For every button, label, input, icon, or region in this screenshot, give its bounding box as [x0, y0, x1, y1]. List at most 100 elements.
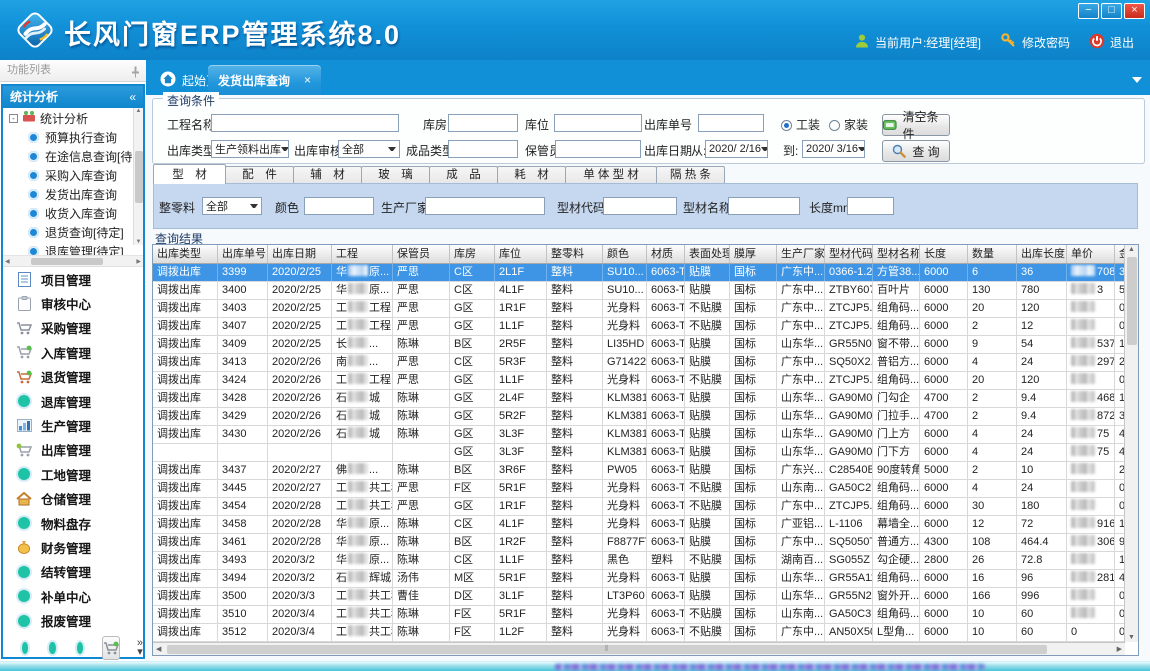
table-row[interactable]: 调拨出库34942020/3/2石辉城汤伟M区5R1F整料光身料6063-T5贴…	[153, 570, 1139, 588]
table-row[interactable]: 调拨出库34302020/2/26石城陈琳G区3L3F整料KLM38176063…	[153, 426, 1139, 444]
table-row[interactable]: 调拨出库34932020/3/2华原...陈琳C区1L1F整料黑色塑料不贴膜国标…	[153, 552, 1139, 570]
sidebar-item-cart-in[interactable]: 入库管理	[3, 340, 143, 364]
sidebar-item-circle[interactable]: 退库管理	[3, 389, 143, 413]
table-row[interactable]: 调拨出库34282020/2/26石城陈琳G区2L4F整料KLM38176063…	[153, 390, 1139, 408]
color-input[interactable]	[304, 197, 374, 215]
sidebar-item-warehouse[interactable]: 仓储管理	[3, 487, 143, 511]
column-header[interactable]: 库位	[495, 245, 547, 263]
warehouse-input[interactable]	[448, 114, 518, 132]
column-header[interactable]: 工程	[332, 245, 393, 263]
tree-item[interactable]: 在途信息查询[待	[3, 147, 143, 166]
scroll-down-icon[interactable]: ▼	[1128, 634, 1135, 641]
subtab-5[interactable]: 成 品	[429, 166, 498, 184]
table-row[interactable]: 调拨出库34582020/2/28华原...陈琳C区4L1F整料光身料6063-…	[153, 516, 1139, 534]
column-header[interactable]: 长度	[920, 245, 968, 263]
subtab-6[interactable]: 耗 材	[497, 166, 566, 184]
minimize-button[interactable]: −	[1078, 3, 1099, 19]
sidebar-item-circle[interactable]: 报废管理	[3, 608, 143, 632]
column-header[interactable]: 出库单号	[218, 245, 268, 263]
column-header[interactable]: 出库长度	[1017, 245, 1067, 263]
change-password-button[interactable]: 修改密码	[1000, 32, 1070, 52]
column-header[interactable]: 膜厚	[730, 245, 777, 263]
tree-horizontal-scrollbar[interactable]: ◀ ▶	[3, 256, 143, 267]
column-header[interactable]: 保管员	[393, 245, 450, 263]
table-row[interactable]: G区3L3F整料KLM38176063-T5贴膜国标山东华...GA90M09.…	[153, 444, 1139, 462]
sidebar-item-circle[interactable]: 工地管理	[3, 462, 143, 486]
out-type-select[interactable]: 生产领料出库	[211, 140, 289, 158]
column-header[interactable]: 单价	[1067, 245, 1115, 263]
clear-conditions-button[interactable]: 清空条件	[882, 114, 950, 136]
table-row[interactable]: 调拨出库34072020/2/25工工程严思G区1L1F整料光身料6063-T5…	[153, 318, 1139, 336]
scroll-right-icon[interactable]: ▶	[1117, 645, 1122, 653]
subtab-4[interactable]: 玻 璃	[361, 166, 430, 184]
sidebar-item-clipboard[interactable]: 审核中心	[3, 291, 143, 315]
scroll-left-icon[interactable]: ◀	[156, 645, 161, 653]
location-input[interactable]	[554, 114, 642, 132]
cart-shortcut-button[interactable]	[102, 636, 120, 660]
collapse-icon[interactable]: «	[129, 86, 136, 108]
table-vertical-scrollbar[interactable]: ▲ ▼	[1124, 245, 1138, 642]
shortcut-icon[interactable]	[49, 642, 55, 654]
table-row[interactable]: 调拨出库34612020/2/28华原...陈琳B区1R2F整料F8877FT6…	[153, 534, 1139, 552]
subtab-3[interactable]: 辅 材	[293, 166, 362, 184]
subtab-7[interactable]: 单 体 型 材	[565, 166, 657, 184]
tree-item[interactable]: 采购入库查询	[3, 166, 143, 185]
table-row[interactable]: 调拨出库34292020/2/26石城陈琳G区5R2F整料KLM38176063…	[153, 408, 1139, 426]
table-row[interactable]: 调拨出库35102020/3/4工共工程陈琳F区5R1F整料光身料6063-T5…	[153, 606, 1139, 624]
column-header[interactable]: 整零料	[547, 245, 603, 263]
length-input[interactable]	[847, 197, 894, 215]
keeper-input[interactable]	[555, 140, 641, 158]
scroll-up-icon[interactable]: ▲	[136, 108, 142, 114]
sidebar-item-circle[interactable]: 物料盘存	[3, 511, 143, 535]
sidebar-item-cart-return[interactable]: 退货管理	[3, 365, 143, 389]
table-row[interactable]: 调拨出库35122020/3/4工共工程陈琳F区1L2F整料光身料6063-T5…	[153, 624, 1139, 642]
logout-button[interactable]: 退出	[1089, 33, 1134, 52]
subtab-8[interactable]: 隔 热 条	[656, 166, 725, 184]
column-header[interactable]: 型材名称	[873, 245, 920, 263]
table-row[interactable]: 调拨出库34002020/2/25华原...严思C区4L1F整料SU10...6…	[153, 282, 1139, 300]
subtab-1[interactable]: 型 材	[153, 164, 226, 184]
tab-outbound-query[interactable]: 发货出库查询 ×	[208, 65, 321, 95]
search-button[interactable]: 查 询	[882, 140, 950, 162]
scroll-thumb[interactable]	[31, 258, 103, 265]
tab-list-caret-icon[interactable]	[1132, 77, 1142, 83]
date-to-picker[interactable]: 2020/ 3/16	[802, 140, 865, 158]
scroll-up-icon[interactable]: ▲	[1128, 246, 1135, 253]
scroll-thumb[interactable]	[135, 151, 143, 203]
sidebar-item-circle[interactable]: 结转管理	[3, 560, 143, 584]
table-row[interactable]: 调拨出库34542020/2/28工共工程严思G区1R1F整料光身料6063-T…	[153, 498, 1139, 516]
maximize-button[interactable]: □	[1101, 3, 1122, 19]
audit-select[interactable]: 全部	[338, 140, 400, 158]
close-button[interactable]: ×	[1124, 3, 1145, 19]
maker-input[interactable]	[425, 197, 545, 215]
scroll-thumb[interactable]	[1127, 257, 1137, 345]
tree-item[interactable]: 收货入库查询	[3, 204, 143, 223]
table-row[interactable]: 调拨出库33992020/2/25华原...严思C区2L1F整料SU10...6…	[153, 264, 1139, 282]
table-row[interactable]: 调拨出库34452020/2/27工共工程严思F区5R1F整料光身料6063-T…	[153, 480, 1139, 498]
column-header[interactable]: 数量	[968, 245, 1017, 263]
tree-item[interactable]: 退库管理[待定]	[3, 242, 143, 256]
code-input[interactable]	[603, 197, 677, 215]
table-row[interactable]: 调拨出库35002020/3/3工共工程曹佳D区3L1F整料LT3P606063…	[153, 588, 1139, 606]
tab-close-icon[interactable]: ×	[304, 73, 311, 87]
column-header[interactable]: 表面处理	[685, 245, 730, 263]
table-row[interactable]: 调拨出库34372020/2/27佛...陈琳B区3R6F整料PW056063-…	[153, 462, 1139, 480]
radio-work[interactable]: 工装	[781, 116, 820, 133]
column-header[interactable]: 出库类型	[153, 245, 218, 263]
sidebar-item-document[interactable]: 项目管理	[3, 267, 143, 291]
column-header[interactable]: 出库日期	[268, 245, 332, 263]
sidebar-item-cart[interactable]: 采购管理	[3, 316, 143, 340]
radio-work-icon[interactable]	[781, 120, 792, 131]
scroll-down-icon[interactable]: ▼	[136, 239, 142, 245]
column-header[interactable]: 生产厂家	[777, 245, 825, 263]
tree-item[interactable]: 发货出库查询	[3, 185, 143, 204]
shortcut-icon[interactable]	[77, 642, 83, 654]
table-row[interactable]: 调拨出库34132020/2/26南...严思C区5R3F整料G71422606…	[153, 354, 1139, 372]
sidebar-item-chart[interactable]: 生产管理	[3, 413, 143, 437]
column-header[interactable]: 颜色	[603, 245, 647, 263]
table-row[interactable]: 调拨出库34092020/2/25长...陈琳B区2R5F整料LI35HD606…	[153, 336, 1139, 354]
tree-root[interactable]: - 统计分析	[3, 108, 143, 128]
expander-icon[interactable]: -	[9, 114, 18, 123]
date-from-picker[interactable]: 2020/ 2/16	[705, 140, 768, 158]
order-no-input[interactable]	[698, 114, 764, 132]
